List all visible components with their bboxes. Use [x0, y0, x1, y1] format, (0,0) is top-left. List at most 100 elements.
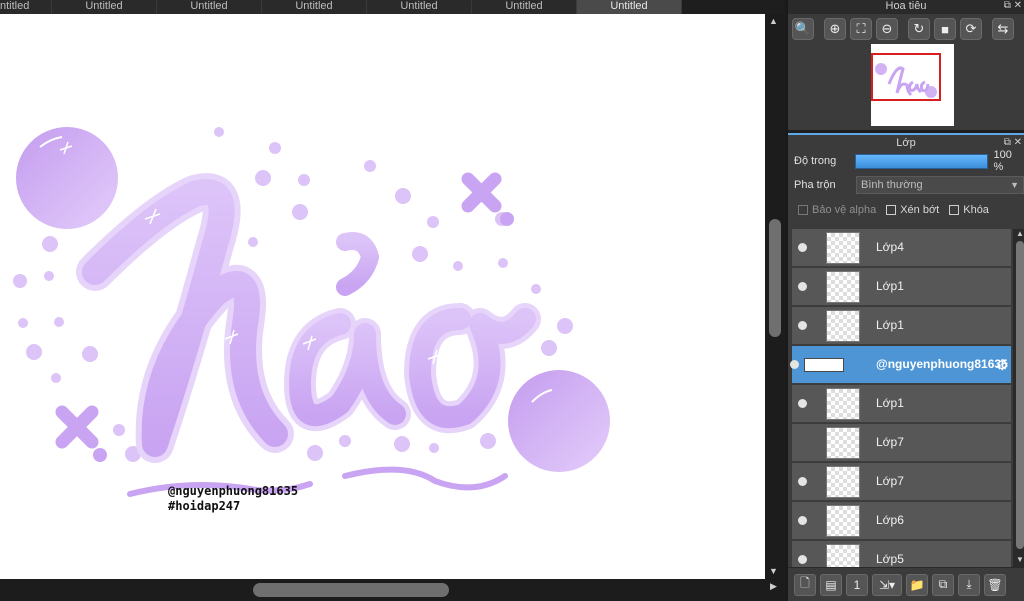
lock-checkbox[interactable]: Khóa [949, 204, 989, 216]
layers-header: Lớp ⧉ ✕ [788, 133, 1024, 149]
clipping-label: Xén bớt [900, 204, 940, 216]
layer-name: Lớp7 [876, 474, 904, 488]
scroll-up-icon[interactable]: ▲ [769, 16, 778, 26]
navigator-preview[interactable] [788, 44, 1024, 130]
scroll-down-icon[interactable]: ▼ [769, 566, 778, 576]
layer-row[interactable]: Lớp4 [792, 229, 1011, 267]
duplicate-layer-icon[interactable]: ⧉ [932, 573, 954, 596]
layer-row[interactable]: Lớp1 [792, 268, 1011, 306]
app-window: ntitled Untitled Untitled Untitled Untit… [0, 0, 1024, 601]
layer-row[interactable]: Lớp6 [792, 502, 1011, 540]
navigator-viewport-rect[interactable] [871, 53, 941, 101]
visibility-toggle-icon[interactable] [790, 360, 799, 369]
watermark-text: @nguyenphuong81635 #hoidap247 [168, 484, 298, 514]
opacity-slider[interactable] [854, 153, 988, 169]
layer-name: Lớp4 [876, 240, 904, 254]
layer-thumbnail [826, 232, 860, 264]
zoom-actual-icon[interactable]: 🔍 [792, 18, 814, 40]
visibility-toggle-icon[interactable] [798, 243, 807, 252]
visibility-toggle-icon[interactable] [798, 321, 807, 330]
protect-alpha-label: Bảo vệ alpha [812, 204, 877, 216]
zoom-out-icon[interactable]: ⊖ [876, 18, 898, 40]
layer-name: Lớp1 [876, 396, 904, 410]
layers-panel-controls-icon[interactable]: ⧉ ✕ [1004, 135, 1022, 151]
layer-thumbnail [826, 388, 860, 420]
tab-document-6[interactable]: Untitled [472, 0, 577, 14]
canvas-horizontal-scrollbar[interactable]: ▶ [0, 579, 785, 601]
visibility-toggle-icon[interactable] [798, 477, 807, 486]
tab-document-3[interactable]: Untitled [157, 0, 262, 14]
layer-row-hidden[interactable]: Lớp7 [792, 424, 1011, 462]
new-folder-icon[interactable]: 📁 [906, 573, 928, 596]
blend-label: Pha trộn [794, 179, 836, 191]
layer-name: Lớp1 [876, 279, 904, 293]
scroll-up-icon[interactable]: ▲ [1016, 229, 1024, 238]
flip-icon[interactable]: ⇆ [992, 18, 1014, 40]
layer-row-selected[interactable]: @nguyenphuong81635 ⚙ [790, 346, 1011, 384]
blend-mode-select[interactable]: Bình thường ▼ [856, 176, 1024, 194]
zoom-in-icon[interactable]: ⊕ [824, 18, 846, 40]
visibility-toggle-icon[interactable] [798, 282, 807, 291]
tab-document-4[interactable]: Untitled [262, 0, 367, 14]
layer-thumbnail [826, 271, 860, 303]
lock-label: Khóa [963, 204, 989, 216]
layer-list: Lớp4 Lớp1 Lớp1 @nguyenphuong81635 ⚙ Lớp1… [788, 229, 1011, 567]
checkbox-icon [798, 205, 808, 215]
layer-scroll-thumb[interactable] [1016, 241, 1024, 549]
canvas-vertical-scrollbar[interactable]: ▲ ▼ [765, 14, 785, 579]
blend-mode-value: Bình thường [861, 179, 923, 191]
bubble-right [508, 370, 610, 472]
delete-layer-icon[interactable]: 🗑 [984, 573, 1006, 596]
layer-row[interactable]: Lớp1 [792, 385, 1011, 423]
scroll-down-icon[interactable]: ▼ [1016, 555, 1024, 564]
new-1bit-layer-icon[interactable]: 1 [846, 573, 868, 596]
fit-view-icon[interactable]: ⛶ [850, 18, 872, 40]
watermark-username: @nguyenphuong81635 [168, 484, 299, 498]
scroll-right-icon[interactable]: ▶ [770, 581, 777, 592]
protect-alpha-checkbox[interactable]: Bảo vệ alpha [798, 204, 876, 216]
rotate-icon[interactable]: ↻ [908, 18, 930, 40]
opacity-row: Độ trong 100 % [788, 149, 1024, 173]
opacity-value: 100 % [993, 149, 1012, 173]
layer-list-scrollbar[interactable]: ▲ ▼ [1013, 229, 1024, 567]
layer-row[interactable]: Lớp1 [792, 307, 1011, 345]
layer-row[interactable]: Lớp5 [792, 541, 1011, 567]
tab-document-5[interactable]: Untitled [367, 0, 472, 14]
chevron-down-icon: ▼ [1010, 180, 1019, 190]
layer-type-menu-icon[interactable]: ⇲▾ [872, 573, 902, 596]
panel-controls-icon[interactable]: ⧉ ✕ [1004, 0, 1022, 12]
layer-thumbnail [826, 427, 860, 459]
visibility-toggle-icon[interactable] [798, 516, 807, 525]
layer-row[interactable]: Lớp7 [792, 463, 1011, 501]
clipping-checkbox[interactable]: Xén bớt [886, 204, 939, 216]
visibility-toggle-icon[interactable] [798, 555, 807, 564]
layer-options-row: Bảo vệ alpha Xén bớt Khóa [788, 197, 1024, 223]
layer-name: @nguyenphuong81635 [876, 357, 1008, 371]
layer-name: Lớp1 [876, 318, 904, 332]
vertical-scroll-thumb[interactable] [769, 219, 781, 337]
lettering-artwork [13, 127, 610, 497]
checkbox-icon [949, 205, 960, 215]
new-layer-icon[interactable]: 🗋 [794, 573, 816, 596]
navigator-thumbnail[interactable] [871, 44, 954, 126]
fit-screen-icon[interactable]: ■ [934, 18, 956, 40]
navigator-title: Hoa tiêu [885, 0, 927, 12]
navigator-header: Hoa tiêu ⧉ ✕ [788, 0, 1024, 14]
new-halftone-layer-icon[interactable]: ▤ [820, 573, 842, 596]
tab-document-7-active[interactable]: Untitled [577, 0, 682, 14]
drawing-canvas[interactable]: @nguyenphuong81635 #hoidap247 [0, 14, 765, 579]
layers-title: Lớp [896, 137, 916, 149]
opacity-label: Độ trong [794, 155, 837, 167]
layer-settings-gear-icon[interactable]: ⚙ [996, 356, 1009, 374]
visibility-toggle-icon[interactable] [798, 399, 807, 408]
watermark-hashtag: #hoidap247 [168, 499, 241, 513]
navigator-toolbar: 🔍 ⊕ ⛶ ⊖ ↻ ■ ⟳ ⇆ [788, 14, 1024, 44]
merge-down-icon[interactable]: ⤓ [958, 573, 980, 596]
tab-document-2[interactable]: Untitled [52, 0, 157, 14]
reset-rotation-icon[interactable]: ⟳ [960, 18, 982, 40]
layer-thumbnail [826, 505, 860, 537]
layer-toolbar: 🗋 ▤ 1 ⇲▾ 📁 ⧉ ⤓ 🗑 [788, 567, 1024, 601]
layer-thumbnail [826, 466, 860, 498]
tab-document-1[interactable]: ntitled [0, 0, 52, 14]
horizontal-scroll-thumb[interactable] [253, 583, 449, 597]
